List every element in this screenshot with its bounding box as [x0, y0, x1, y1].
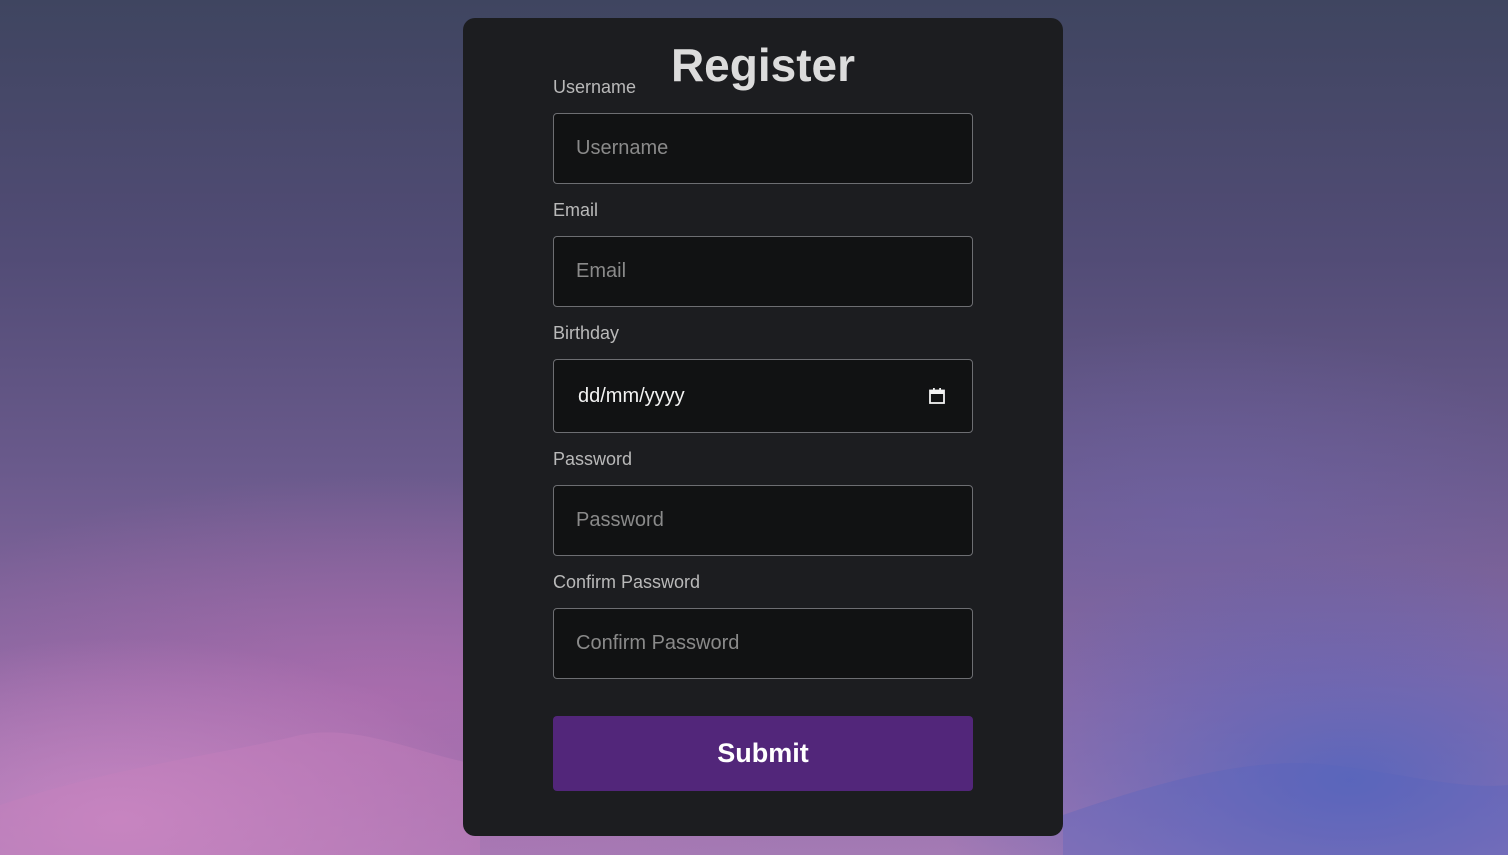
- password-input[interactable]: [553, 485, 973, 556]
- register-card: Register Username Email Birthday dd/mm/y…: [463, 18, 1063, 836]
- calendar-icon[interactable]: [928, 387, 946, 405]
- email-label: Email: [553, 200, 599, 220]
- confirm-password-label: Confirm Password: [553, 572, 701, 592]
- confirm-password-input[interactable]: [553, 608, 973, 679]
- username-input[interactable]: [553, 113, 973, 184]
- submit-button[interactable]: Submit: [553, 716, 973, 791]
- birthday-label: Birthday: [553, 323, 620, 343]
- birthday-value: dd/mm/yyyy: [578, 385, 685, 407]
- birthday-input[interactable]: dd/mm/yyyy: [553, 359, 973, 433]
- email-input[interactable]: [553, 236, 973, 307]
- username-label: Username: [553, 77, 637, 97]
- password-label: Password: [553, 449, 633, 469]
